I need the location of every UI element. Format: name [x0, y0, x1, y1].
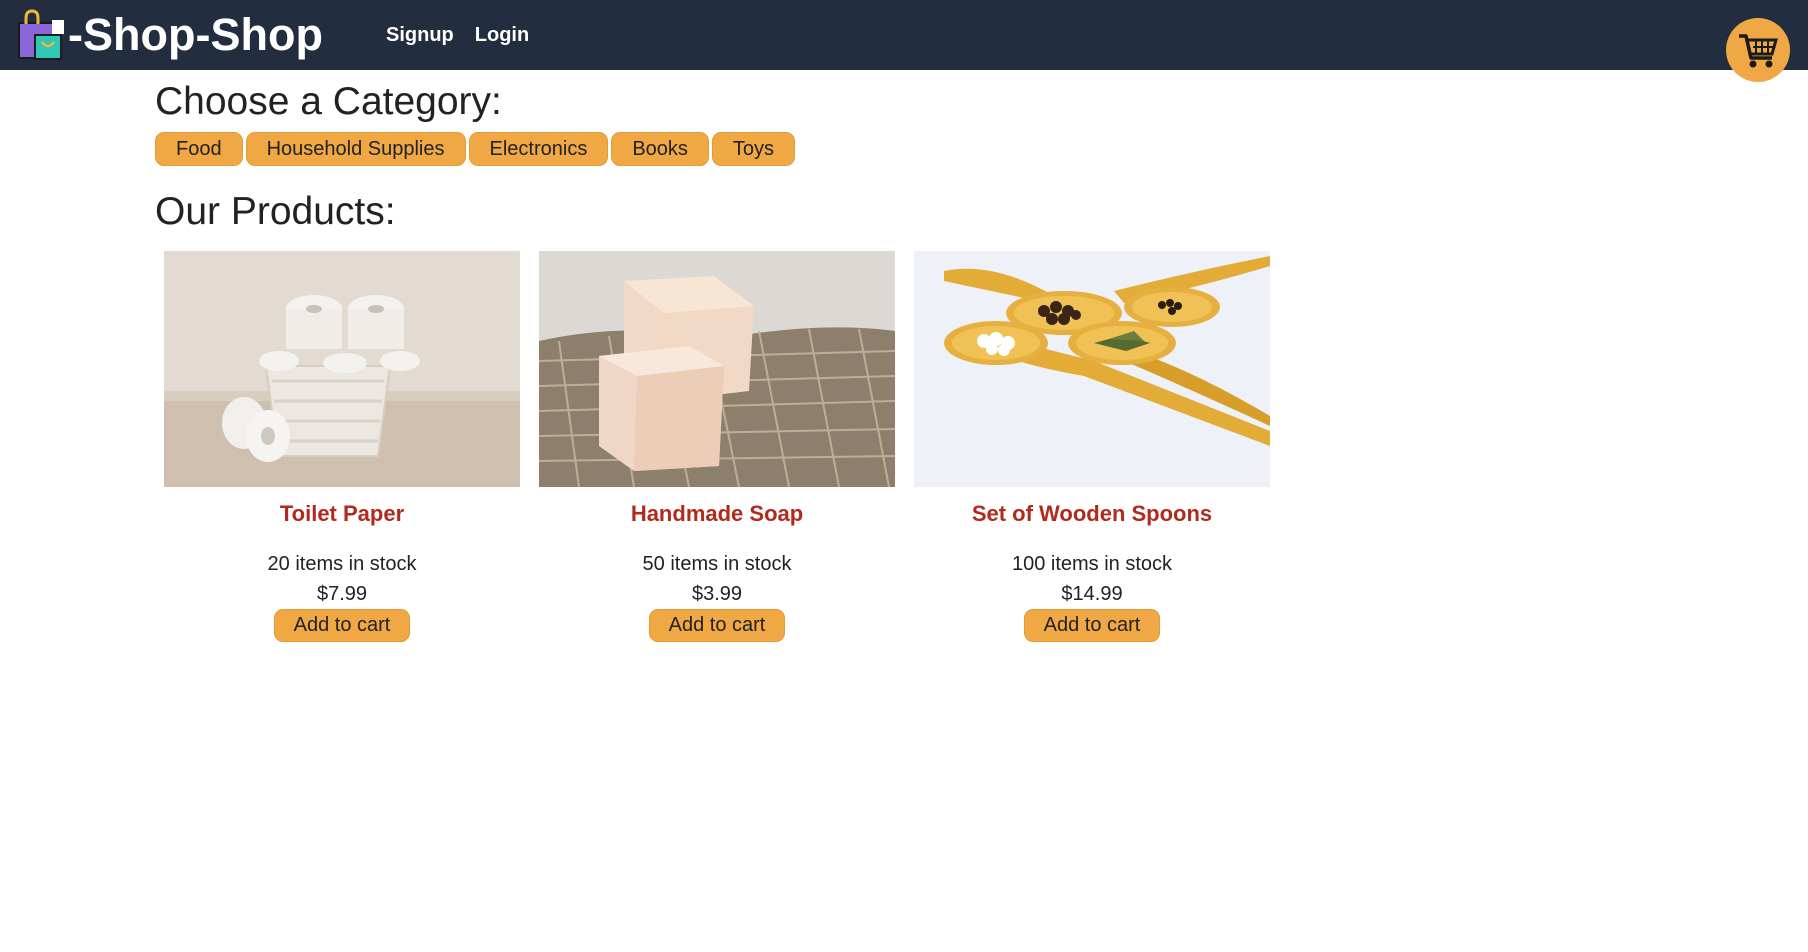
product-stock: 20 items in stock: [267, 553, 417, 575]
top-navbar: -Shop-Shop Signup Login: [0, 0, 1808, 70]
category-button-toys[interactable]: Toys: [711, 132, 796, 166]
product-name-link[interactable]: Set of Wooden Spoons: [914, 499, 1270, 529]
product-stock: 50 items in stock: [642, 553, 792, 575]
signup-link[interactable]: Signup: [386, 24, 454, 47]
product-stock: 100 items in stock: [1011, 553, 1173, 575]
handmade-soap-image[interactable]: [539, 251, 895, 487]
product-name-link[interactable]: Toilet Paper: [164, 499, 520, 529]
category-button-electronics[interactable]: Electronics: [468, 132, 609, 166]
cart-button[interactable]: [1726, 18, 1790, 82]
shopping-cart-icon: [1739, 34, 1778, 68]
products-heading: Our Products:: [155, 190, 396, 233]
category-button-books[interactable]: Books: [611, 132, 709, 166]
category-button-household-supplies[interactable]: Household Supplies: [245, 132, 466, 166]
add-to-cart-button[interactable]: Add to cart: [1023, 609, 1161, 642]
product-card: Set of Wooden Spoons 100 items in stock …: [914, 251, 1270, 642]
category-list: Food Household Supplies Electronics Book…: [155, 132, 798, 166]
login-link[interactable]: Login: [475, 24, 529, 47]
product-price: $3.99: [691, 583, 743, 605]
shopping-bag-icon: [18, 9, 64, 60]
add-to-cart-button[interactable]: Add to cart: [648, 609, 786, 642]
nav-links: Signup Login: [386, 0, 550, 70]
brand-link[interactable]: -Shop-Shop: [14, 8, 323, 62]
product-price: $7.99: [316, 583, 368, 605]
brand-title: -Shop-Shop: [68, 9, 323, 60]
product-card: Handmade Soap 50 items in stock $3.99 Ad…: [539, 251, 895, 642]
product-card: Toilet Paper 20 items in stock $7.99 Add…: [164, 251, 520, 642]
product-name-link[interactable]: Handmade Soap: [539, 499, 895, 529]
add-to-cart-button[interactable]: Add to cart: [273, 609, 411, 642]
category-heading: Choose a Category:: [155, 80, 502, 123]
category-button-food[interactable]: Food: [155, 132, 243, 166]
product-price: $14.99: [1061, 583, 1123, 605]
wooden-spoons-image[interactable]: [914, 251, 1270, 487]
toilet-paper-image[interactable]: [164, 251, 520, 487]
